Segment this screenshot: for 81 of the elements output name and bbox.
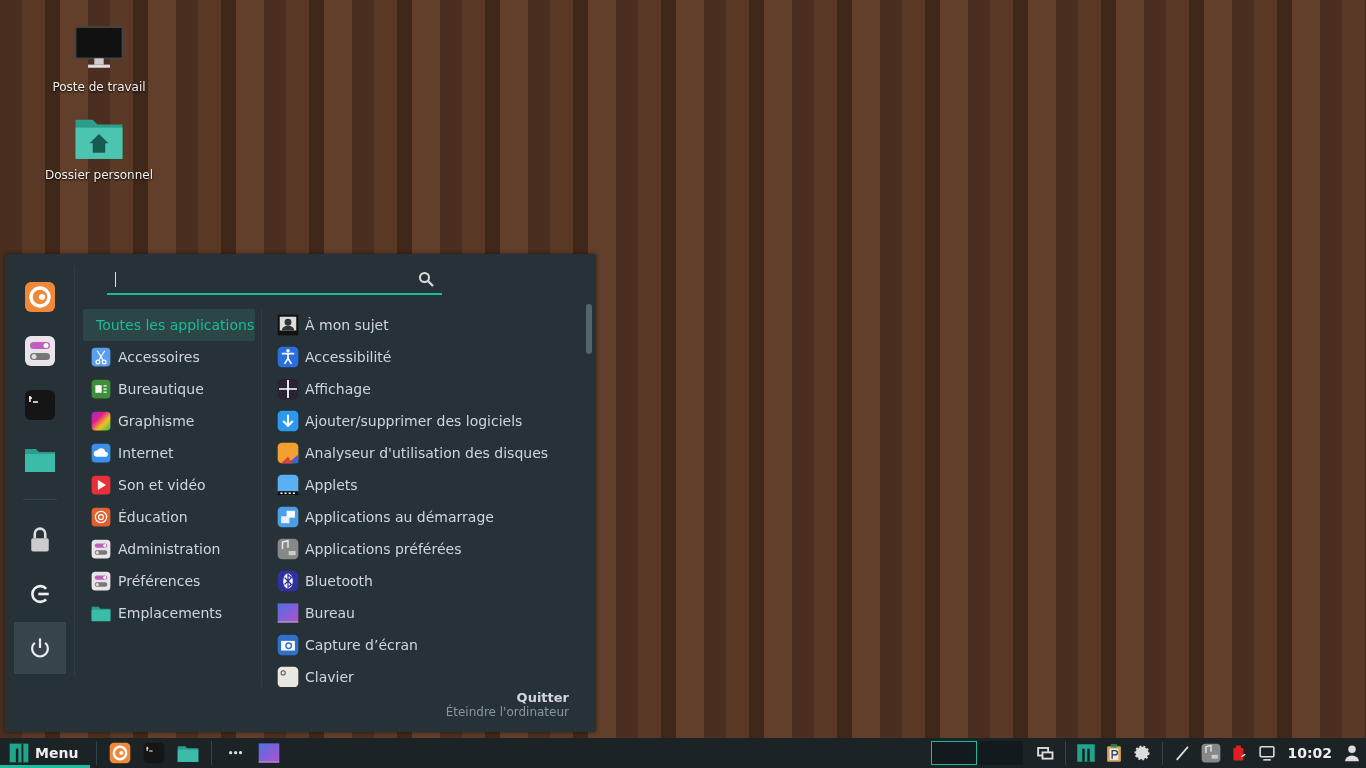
application-label: Capture d’écran [305, 637, 418, 653]
category-label: Graphisme [118, 413, 195, 429]
gradient-square-icon [91, 411, 111, 431]
category-item[interactable]: Administration [83, 533, 255, 565]
category-label: Bureautique [118, 381, 204, 397]
terminal-icon [143, 742, 166, 764]
application-label: Analyseur d'utilisation des disques [305, 445, 549, 461]
application-label: Affichage [305, 381, 371, 397]
application-item[interactable]: Bluetooth [277, 565, 549, 597]
application-item[interactable]: Ajouter/supprimer des logiciels [277, 405, 549, 437]
application-item[interactable]: Capture d’écran [277, 629, 549, 661]
category-label: Accessoires [118, 349, 200, 365]
gradient-screen-icon [258, 742, 281, 764]
application-label: À mon sujet [305, 317, 389, 333]
category-item[interactable]: Son et vidéo [83, 469, 255, 501]
search-icon[interactable] [418, 271, 434, 287]
person-figure-icon [277, 346, 299, 368]
category-label: Préférences [118, 573, 201, 589]
toggles-icon [91, 571, 111, 591]
desktop-icon-label[interactable]: Poste de travail [52, 80, 146, 94]
category-item[interactable]: Bureautique [83, 373, 255, 405]
category-item[interactable]: Graphisme [83, 405, 255, 437]
scrollbar-thumb[interactable] [586, 304, 592, 354]
bluetooth-icon [277, 570, 299, 592]
document-icon [91, 379, 111, 399]
monitor-icon [1257, 743, 1278, 763]
footer-title: Quitter [516, 690, 569, 705]
application-label: Accessibilité [305, 349, 392, 365]
category-label: Son et vidéo [118, 477, 206, 493]
application-item[interactable]: Applets [277, 469, 549, 501]
logo-icon [1076, 743, 1097, 763]
category-item[interactable]: Préférences [83, 565, 255, 597]
category-label: Internet [118, 445, 174, 461]
category-label: Administration [118, 541, 221, 557]
user-icon [1342, 743, 1362, 763]
application-label: Bureau [305, 605, 355, 621]
application-item[interactable]: À mon sujet [277, 309, 549, 341]
pie-chart-icon [277, 442, 299, 464]
application-label: Clavier [305, 669, 354, 685]
application-item[interactable]: Applications au démarrage [277, 501, 549, 533]
menu-button[interactable]: Menu [0, 738, 91, 768]
application-item[interactable]: Accessibilité [277, 341, 549, 373]
scissors-icon [91, 347, 111, 367]
text-cursor [115, 271, 116, 287]
clock[interactable]: 10:02 [1287, 745, 1332, 761]
category-item[interactable]: Internet [83, 437, 255, 469]
camera-icon [277, 634, 299, 656]
gradient-screen-icon [277, 602, 299, 624]
category-item[interactable]: Accessoires [83, 341, 255, 373]
application-item[interactable]: Bureau [277, 597, 549, 629]
application-label: Ajouter/supprimer des logiciels [305, 413, 523, 429]
logo-icon [9, 743, 29, 763]
application-label: Bluetooth [305, 573, 373, 589]
portrait-icon [277, 314, 299, 336]
footer-description: Éteindre l'ordinateur [445, 705, 569, 719]
category-label: Toutes les applications [96, 317, 255, 333]
category-item[interactable]: Éducation [83, 501, 255, 533]
windows-icon [277, 506, 299, 528]
terminal-icon [23, 389, 56, 421]
application-item[interactable]: Clavier [277, 661, 549, 687]
category-item[interactable]: Toutes les applications [83, 309, 255, 341]
key-icon [277, 666, 299, 687]
session-button[interactable] [13, 622, 66, 674]
application-label: Applications préférées [305, 541, 462, 557]
application-item[interactable]: Applications préférées [277, 533, 549, 565]
application-label: Applets [305, 477, 358, 493]
category-label: Emplacements [118, 605, 223, 621]
application-label: Applications au démarrage [305, 509, 494, 525]
cloud-icon [91, 443, 111, 463]
toggles-icon [23, 335, 56, 367]
toggles-icon [91, 539, 111, 559]
category-label: Éducation [118, 509, 188, 525]
category-item[interactable]: Emplacements [83, 597, 255, 629]
desktop-icon-label[interactable]: Dossier personnel [45, 168, 153, 182]
workspace-button[interactable] [931, 741, 978, 765]
move-arrows-icon [277, 378, 299, 400]
panel-icon [277, 474, 299, 496]
application-item[interactable]: Analyseur d'utilisation des disques [277, 437, 549, 469]
play-icon [91, 475, 111, 495]
dots-icon [228, 751, 242, 755]
application-item[interactable]: Affichage [277, 373, 549, 405]
